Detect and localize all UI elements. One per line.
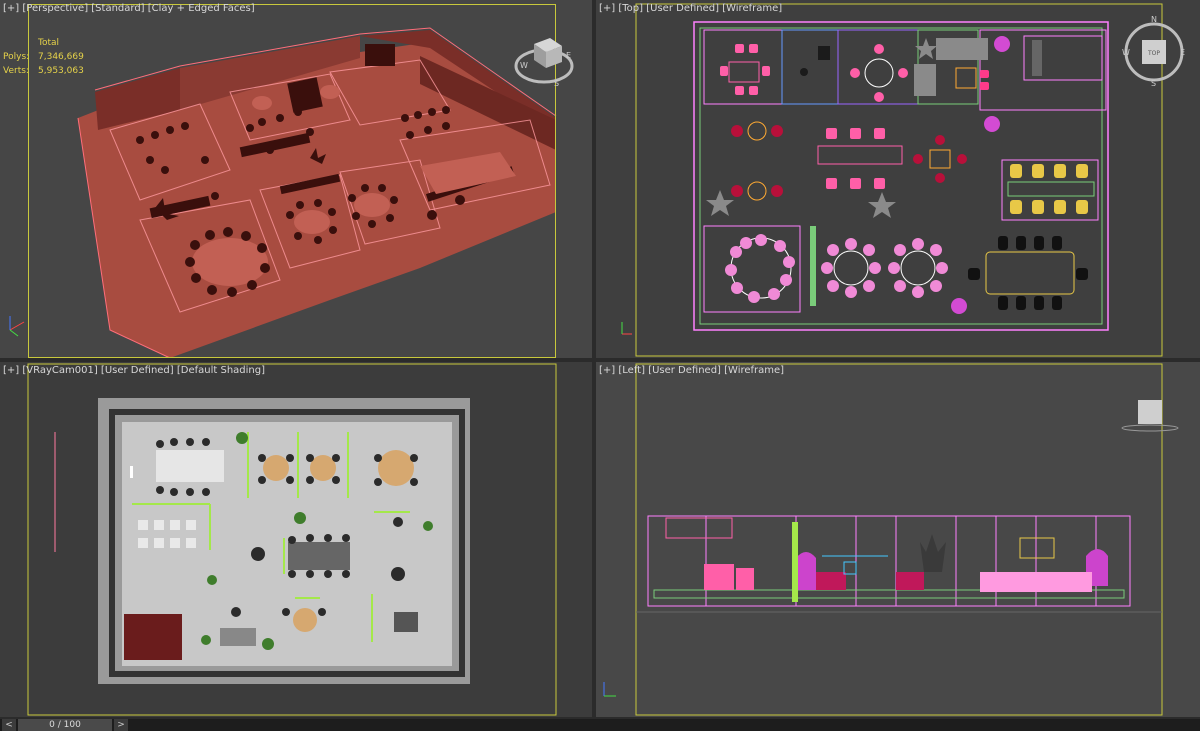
top-viewcube-west: W (1122, 48, 1130, 57)
viewport-standard-label[interactable]: [User Defined] (648, 365, 721, 376)
top-scene: TOP N S W E (596, 0, 1200, 358)
stats-title: Total (38, 38, 60, 48)
viewport-shading-label[interactable]: [Wireframe] (724, 365, 784, 376)
viewport-shading-label[interactable]: [Wireframe] (722, 3, 782, 14)
top-viewcube-south: S (1151, 79, 1156, 88)
camera-scene (0, 362, 592, 717)
viewport-standard-label[interactable]: [User Defined] (646, 3, 719, 14)
viewport-menu-plus[interactable]: [+] (3, 3, 19, 14)
perspective-viewport-label[interactable]: [+] [Perspective] [Standard] [Clay + Edg… (3, 3, 255, 14)
viewcube-south-label: S (554, 79, 559, 88)
perspective-scene (0, 0, 592, 358)
camera-viewport-label[interactable]: [+] [VRayCam001] [User Defined] [Default… (3, 365, 265, 376)
top-viewcube-face: TOP (1147, 50, 1160, 57)
viewport-menu-plus[interactable]: [+] (599, 3, 615, 14)
viewport-pov-label[interactable]: [Perspective] (22, 3, 88, 14)
viewcube-east-label: E (566, 51, 571, 60)
left-viewport-label[interactable]: [+] [Left] [User Defined] [Wireframe] (599, 365, 784, 376)
viewport-pov-label[interactable]: [Top] (618, 3, 643, 14)
left-scene (596, 362, 1200, 717)
left-viewport[interactable]: [+] [Left] [User Defined] [Wireframe] (596, 362, 1200, 717)
viewport-menu-plus[interactable]: [+] (599, 365, 615, 376)
viewport-standard-label[interactable]: [User Defined] (101, 365, 174, 376)
viewcube-icon[interactable]: W E S (512, 30, 576, 90)
time-slider-bar: < 0 / 100 > (0, 719, 1200, 731)
top-viewcube-north: N (1151, 15, 1157, 24)
perspective-viewport[interactable]: [+] [Perspective] [Standard] [Clay + Edg… (0, 0, 592, 358)
viewport-standard-label[interactable]: [Standard] (91, 3, 144, 14)
time-next-button[interactable]: > (114, 719, 128, 731)
camera-viewport[interactable]: [+] [VRayCam001] [User Defined] [Default… (0, 362, 592, 717)
polys-value: 7,346,669 (38, 52, 84, 62)
polys-label: Polys: (3, 52, 30, 62)
viewport-shading-label[interactable]: [Default Shading] (177, 365, 265, 376)
verts-label: Verts: (3, 66, 29, 76)
verts-value: 5,953,063 (38, 66, 84, 76)
viewcube-west-label: W (520, 61, 528, 70)
viewport-pov-label[interactable]: [Left] (618, 365, 645, 376)
viewport-menu-plus[interactable]: [+] (3, 365, 19, 376)
left-viewcube-icon[interactable] (1138, 400, 1162, 424)
top-viewcube-east: E (1180, 48, 1185, 57)
viewport-pov-label[interactable]: [VRayCam001] (22, 365, 97, 376)
time-prev-button[interactable]: < (2, 719, 16, 731)
time-slider-thumb[interactable]: 0 / 100 (18, 719, 112, 731)
viewport-shading-label[interactable]: [Clay + Edged Faces] (148, 3, 255, 14)
scene-statistics: Total Polys: 7,346,669 Verts: 5,953,063 (3, 36, 84, 78)
top-viewport-label[interactable]: [+] [Top] [User Defined] [Wireframe] (599, 3, 782, 14)
top-viewport[interactable]: TOP N S W E [+] [Top] [User Defined] [Wi… (596, 0, 1200, 358)
